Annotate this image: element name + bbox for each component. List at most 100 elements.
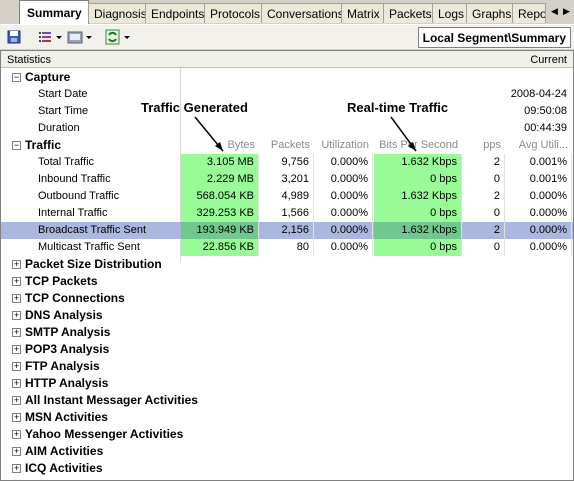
expand-icon[interactable]: + [12,379,21,388]
tab-protocols[interactable]: Protocols [204,3,266,23]
tab-diagnosis[interactable]: Diagnosis [88,3,152,23]
bps-cell: 0 bps [374,239,462,256]
pps-cell: 2 [463,154,505,171]
table-row[interactable]: Outbound Traffic 568.054 KB 4,989 0.000% 1.6… [1,188,573,205]
expand-icon[interactable]: + [12,294,21,303]
expand-icon[interactable]: + [12,311,21,320]
avg-util-cell: 0.000% [506,205,572,222]
start-date-value: 2008-04-24 [510,88,567,100]
section-row[interactable]: + Packet Size Distribution [1,256,573,273]
list-filter-icon[interactable] [38,28,64,46]
tab-conversations[interactable]: Conversations [261,3,349,23]
packets-cell: 3,201 [260,171,314,188]
column-header-current[interactable]: Current [481,52,571,69]
avg-util-cell: 0.000% [506,188,572,205]
capture-group-row[interactable]: − Capture [1,69,573,86]
export-icon[interactable] [66,28,94,46]
row-label: Total Traffic [38,156,95,168]
avg-util-cell: 0.001% [506,171,572,188]
utilization-cell: 0.000% [315,154,373,171]
expand-icon[interactable]: + [12,413,21,422]
tab-graphs[interactable]: Graphs [466,3,517,23]
column-header-statistics[interactable]: Statistics [3,52,55,69]
avg-util-cell: 0.000% [506,222,572,239]
section-row[interactable]: + Yahoo Messenger Activities [1,426,573,443]
utilization-cell: 0.000% [315,171,373,188]
section-row[interactable]: + DNS Analysis [1,307,573,324]
expand-icon[interactable]: + [12,260,21,269]
table-row[interactable]: Broadcast Traffic Sent 193.949 KB 2,156 0.0… [1,222,573,239]
expand-icon[interactable]: + [12,345,21,354]
bps-cell: 1.632 Kbps [374,154,462,171]
bps-cell: 1.632 Kbps [374,188,462,205]
row-label: Broadcast Traffic Sent [38,224,147,236]
tab-endpoints[interactable]: Endpoints [145,3,210,23]
statistics-grid: Statistics Current − Capture Start Date … [0,50,574,481]
section-row[interactable]: + HTTP Analysis [1,375,573,392]
avg-util-cell: 0.000% [506,239,572,256]
section-row[interactable]: + MSN Activities [1,409,573,426]
duration-value: 00:44:39 [524,122,567,134]
section-row[interactable]: + SMTP Analysis [1,324,573,341]
collapse-icon[interactable]: − [12,73,21,82]
refresh-icon[interactable] [104,28,132,46]
tab-reports[interactable]: Repor [512,3,546,23]
save-icon[interactable] [6,28,22,46]
table-row[interactable]: Internal Traffic 329.253 KB 1,566 0.000% 0 b… [1,205,573,222]
section-label: TCP Packets [25,274,98,288]
section-label: Packet Size Distribution [25,257,162,271]
expand-icon[interactable]: + [12,464,21,473]
section-row[interactable]: + AIM Activities [1,443,573,460]
expand-icon[interactable]: + [12,396,21,405]
expand-icon[interactable]: + [12,447,21,456]
bytes-cell: 22.856 KB [181,239,259,256]
bps-cell: 0 bps [374,205,462,222]
tab-packets[interactable]: Packets [383,3,437,23]
tab-matrix[interactable]: Matrix [341,3,385,23]
annotation-arrows [194,116,417,152]
bytes-cell: 568.054 KB [181,188,259,205]
section-row[interactable]: + POP3 Analysis [1,341,573,358]
column-header-pps[interactable]: pps [463,137,505,154]
tab-scroll-right-icon[interactable]: ▶ [561,2,572,20]
column-header-avg-util[interactable]: Avg Utili... [506,137,572,154]
table-row[interactable]: Total Traffic 3.105 MB 9,756 0.000% 1.632 Kb… [1,154,573,171]
capture-group-label: Capture [25,70,71,84]
table-row[interactable]: Start Date 2008-04-24 [1,86,573,103]
packets-cell: 4,989 [260,188,314,205]
pps-cell: 0 [463,171,505,188]
section-row[interactable]: + TCP Connections [1,290,573,307]
traffic-group-label: Traffic [25,138,62,152]
bps-cell: 0 bps [374,171,462,188]
utilization-cell: 0.000% [315,239,373,256]
section-row[interactable]: + FTP Analysis [1,358,573,375]
utilization-cell: 0.000% [315,188,373,205]
section-label: FTP Analysis [25,359,100,373]
expand-icon[interactable]: + [12,277,21,286]
tab-scroll-left-icon[interactable]: ◀ [549,2,560,20]
bps-cell: 1.632 Kbps [374,222,462,239]
table-row[interactable]: Inbound Traffic 2.229 MB 3,201 0.000% 0 bps 0… [1,171,573,188]
table-row[interactable]: Multicast Traffic Sent 22.856 KB 80 0.000% 0… [1,239,573,256]
section-row[interactable]: + TCP Packets [1,273,573,290]
packets-cell: 9,756 [260,154,314,171]
section-row[interactable]: + ICQ Activities [1,460,573,477]
tab-logs[interactable]: Logs [432,3,470,23]
row-label: Inbound Traffic [38,173,111,185]
pps-cell: 2 [463,188,505,205]
pps-cell: 0 [463,239,505,256]
row-label: Outbound Traffic [38,190,120,202]
section-label: POP3 Analysis [25,342,110,356]
section-row[interactable]: + All Instant Messager Activities [1,392,573,409]
section-label: All Instant Messager Activities [25,393,198,407]
bytes-cell: 2.229 MB [181,171,259,188]
collapse-icon[interactable]: − [12,141,21,150]
expand-icon[interactable]: + [12,430,21,439]
tab-summary[interactable]: Summary [19,0,89,24]
tab-bar: Summary Diagnosis Endpoints Protocols Co… [0,0,574,24]
expand-icon[interactable]: + [12,328,21,337]
avg-util-cell: 0.001% [506,154,572,171]
pps-cell: 0 [463,205,505,222]
section-label: HTTP Analysis [25,376,109,390]
expand-icon[interactable]: + [12,362,21,371]
